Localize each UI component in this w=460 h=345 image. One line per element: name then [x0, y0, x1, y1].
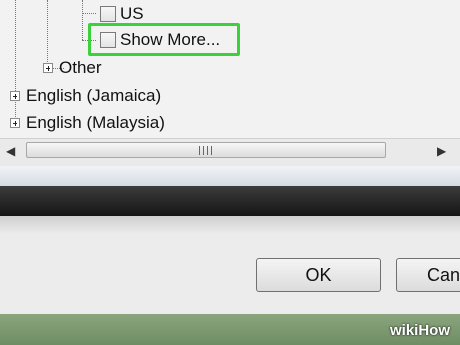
expand-plus-icon[interactable]	[10, 118, 20, 128]
tree-line	[82, 13, 96, 14]
tree-item-label: Other	[59, 58, 102, 77]
tree-item-label: US	[120, 4, 144, 23]
tree-item-other[interactable]: Other	[43, 57, 102, 79]
cancel-button[interactable]: Canc	[396, 258, 460, 292]
ok-button[interactable]: OK	[256, 258, 381, 292]
grip-icon	[199, 146, 213, 155]
watermark-logo: wikiHow	[389, 322, 450, 339]
tree-item-us[interactable]: US	[100, 3, 144, 25]
expand-plus-icon[interactable]	[43, 63, 53, 73]
tree-item-english-malaysia[interactable]: English (Malaysia)	[10, 112, 165, 134]
scroll-right-arrow-icon[interactable]: ▶	[437, 144, 446, 158]
highlight-box	[88, 23, 240, 56]
expand-plus-icon[interactable]	[10, 91, 20, 101]
window-shadow-band	[0, 216, 460, 234]
us-checkbox[interactable]	[100, 6, 116, 22]
tree-item-english-jamaica[interactable]: English (Jamaica)	[10, 85, 161, 107]
tree-item-label: English (Malaysia)	[26, 113, 165, 132]
window-divider-band	[0, 186, 460, 216]
tree-line	[82, 0, 83, 40]
horizontal-scrollbar[interactable]: ◀ ▶	[0, 138, 460, 163]
scrollbar-thumb[interactable]	[26, 142, 386, 158]
dialog-footer	[0, 234, 460, 314]
language-tree-panel[interactable]: US Show More... Other English (Jamaica) …	[0, 0, 460, 140]
tree-item-label: English (Jamaica)	[26, 86, 162, 105]
scroll-left-arrow-icon[interactable]: ◀	[6, 144, 15, 158]
window-frame-band	[0, 166, 460, 186]
